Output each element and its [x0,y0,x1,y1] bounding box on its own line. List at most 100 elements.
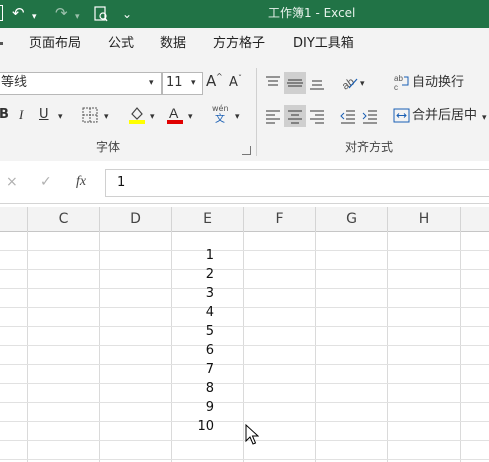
tab-diy-toolbox[interactable]: DIY工具箱 [293,36,354,52]
gridline [243,231,244,462]
decrease-indent-icon[interactable] [340,108,356,124]
align-center-icon[interactable] [284,105,306,127]
mouse-cursor-icon [245,424,259,446]
fill-color-icon[interactable] [128,105,146,125]
save-icon[interactable] [0,5,3,21]
font-size-dropdown-icon[interactable]: ▾ [191,75,196,91]
column-header-e[interactable]: E [172,207,244,232]
cell-e-value[interactable]: 6 [172,342,214,359]
cell-e-value[interactable]: 9 [172,399,214,416]
column-header-i[interactable] [461,207,489,232]
cell-e-value[interactable]: 4 [172,304,214,321]
tab-page-layout[interactable]: 页面布局 [29,36,81,52]
increase-indent-icon[interactable] [362,108,378,124]
title-bar: ↶ ▾ ↷ ▾ ⌄ 工作簿1 - Excel [0,0,489,28]
gridline [0,364,489,365]
gridline [0,250,489,251]
font-dialog-launcher-icon[interactable] [242,146,251,155]
cell-e-value[interactable]: 8 [172,380,214,397]
group-separator [256,68,257,156]
underline-dropdown-icon[interactable]: ▾ [58,109,63,125]
align-right-icon[interactable] [309,108,325,124]
font-size-value: 11 [166,75,183,90]
shrink-font-icon[interactable]: A [229,75,238,91]
font-name-value: 等线 [1,75,28,90]
fill-color-dropdown-icon[interactable]: ▾ [150,109,155,125]
merge-center-button[interactable]: 合并后居中 [412,108,477,124]
font-name-box[interactable]: 等线 ▾ [0,72,162,95]
shrink-font-arrow-icon: ˇ [238,74,242,83]
redo-dropdown-icon[interactable]: ▾ [75,8,80,26]
gridline [99,231,100,462]
svg-text:ab: ab [394,74,403,83]
column-header-c[interactable]: C [28,207,100,232]
wrap-text-button[interactable]: 自动换行 [412,75,464,91]
insert-function-icon[interactable]: fx [76,174,86,190]
alignment-group-label: 对齐方式 [345,140,394,154]
cell-e-value[interactable]: 5 [172,323,214,340]
column-header-g[interactable]: G [316,207,388,232]
font-color-icon[interactable]: A [166,105,184,125]
undo-icon[interactable]: ↶ [12,4,25,22]
font-size-box[interactable]: 11 ▾ [162,72,203,95]
gridline [0,383,489,384]
gridline [0,345,489,346]
cell-e-value[interactable]: 2 [172,266,214,283]
cell-e-value[interactable]: 1 [172,247,214,264]
border-dropdown-icon[interactable]: ▾ [104,109,109,125]
column-header-b[interactable] [0,207,28,232]
gridline [0,326,489,327]
cancel-icon[interactable]: × [6,174,18,190]
column-header-h[interactable]: H [388,207,461,232]
tab-data[interactable]: 数据 [160,36,186,52]
customize-quick-access-icon[interactable]: ⌄ [122,5,132,23]
bold-button[interactable]: B [0,107,9,123]
gridline [0,269,489,270]
gridline [387,231,388,462]
italic-button[interactable]: I [19,107,23,123]
phonetic-guide-icon[interactable]: wén 文 [209,104,233,126]
column-header-f[interactable]: F [244,207,316,232]
phonetic-dropdown-icon[interactable]: ▾ [235,109,240,125]
svg-text:A: A [169,105,179,121]
merge-center-dropdown-icon[interactable]: ▾ [482,110,487,126]
underline-button[interactable]: U [39,107,49,123]
gridline [460,231,461,462]
cell-e-value[interactable]: 7 [172,361,214,378]
gridline [27,231,28,462]
font-name-dropdown-icon[interactable]: ▾ [149,75,154,91]
orientation-icon[interactable]: ab [340,73,358,91]
tab-fangfang-gezi[interactable]: 方方格子 [213,36,265,52]
worksheet-grid[interactable]: C D E F G H 1 2 3 4 5 6 7 8 9 10 [0,203,489,462]
cell-e-value[interactable]: 3 [172,285,214,302]
align-left-icon[interactable] [265,108,281,124]
grow-font-arrow-icon: ^ [216,72,223,81]
previous-tab-fragment [0,42,3,45]
phonetic-top-text: wén [212,104,229,113]
grow-font-icon[interactable]: A [206,73,216,89]
font-color-dropdown-icon[interactable]: ▾ [188,109,193,125]
undo-dropdown-icon[interactable]: ▾ [32,8,37,26]
print-preview-icon[interactable] [94,6,108,22]
gridline [315,231,316,462]
window-title: 工作簿1 - Excel [268,6,356,20]
wrap-text-icon[interactable]: ab c [394,73,410,91]
border-icon[interactable] [82,107,98,123]
orientation-dropdown-icon[interactable]: ▾ [360,76,365,92]
cell-e-value[interactable]: 10 [172,418,214,435]
formula-bar: × ✓ fx 1 [0,161,489,204]
ribbon-tabs: 页面布局 公式 数据 方方格子 DIY工具箱 [0,28,489,60]
column-header-d[interactable]: D [100,207,172,232]
formula-input[interactable]: 1 [105,169,489,197]
align-bottom-icon[interactable] [309,75,325,91]
tab-formulas[interactable]: 公式 [108,36,134,52]
gridline [0,459,489,460]
align-middle-icon[interactable] [284,72,306,94]
align-top-icon[interactable] [265,75,281,91]
ribbon-home: 等线 ▾ 11 ▾ A ^ A ˇ B I U ▾ ▾ ▾ A ▾ wén 文 … [0,60,489,162]
confirm-icon[interactable]: ✓ [40,174,52,190]
redo-icon[interactable]: ↷ [55,4,68,22]
merge-center-icon[interactable] [393,107,410,124]
svg-text:c: c [394,83,398,91]
gridline [0,402,489,403]
